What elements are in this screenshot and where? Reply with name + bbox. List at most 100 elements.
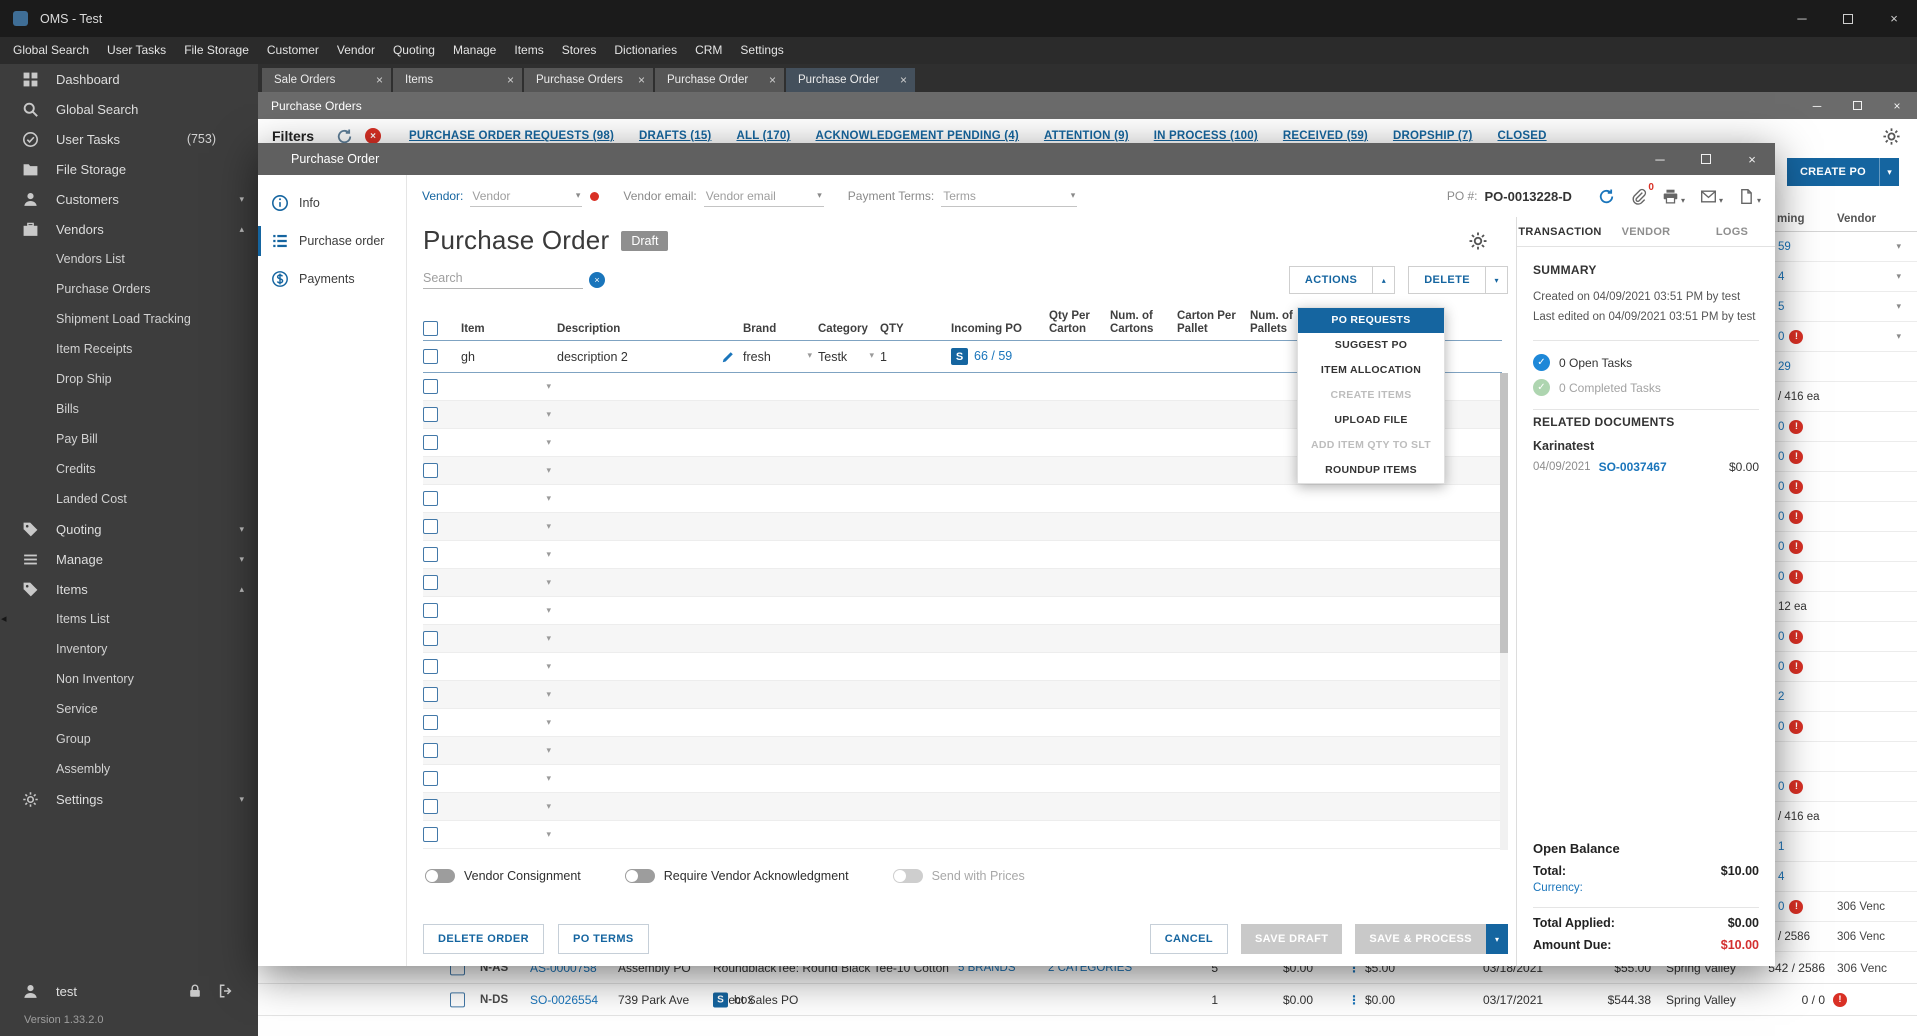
checkbox[interactable] <box>450 992 465 1008</box>
sidebar-item-non-inventory[interactable]: Non Inventory <box>0 664 258 694</box>
window-maximize-button[interactable] <box>1825 0 1871 37</box>
menu-items[interactable]: Items <box>505 37 552 64</box>
create-po-caret-icon[interactable]: ▾ <box>1879 158 1899 186</box>
tab-purchase-order-3[interactable]: Purchase Order × <box>655 68 784 92</box>
item-select-cell[interactable]: ▾ <box>461 437 557 448</box>
row-checkbox[interactable] <box>423 602 438 618</box>
row-checkbox[interactable] <box>423 826 438 842</box>
row-checkbox[interactable] <box>423 742 438 758</box>
logout-icon[interactable] <box>218 983 234 999</box>
row-quantity[interactable]: 0 <box>1778 541 1784 553</box>
delete-button[interactable]: DELETE ▾ <box>1408 266 1508 294</box>
toggle-switch[interactable] <box>892 869 923 883</box>
toggle-vendor-consignment[interactable]: Vendor Consignment <box>425 869 581 883</box>
currency-link[interactable]: Currency: <box>1533 882 1759 894</box>
row-checkbox[interactable] <box>423 546 438 562</box>
chevron-down-icon[interactable]: ▾ <box>546 409 551 420</box>
print-button[interactable]: ▾ <box>1662 188 1685 205</box>
filter-attention-9[interactable]: ATTENTION (9) <box>1044 130 1129 142</box>
sidebar-item-customers[interactable]: Customers ▾ <box>0 184 258 214</box>
sidebar-item-file-storage[interactable]: File Storage <box>0 154 258 184</box>
item-select-cell[interactable]: ▾ <box>461 577 557 588</box>
panel-tab-transaction[interactable]: TRANSACTION <box>1517 217 1603 246</box>
item-select-cell[interactable]: ▾ <box>461 717 557 728</box>
filter-drafts-15[interactable]: DRAFTS (15) <box>639 130 711 142</box>
sidebar-item-inventory[interactable]: Inventory <box>0 634 258 664</box>
row-quantity[interactable]: 4 <box>1778 271 1784 283</box>
po-settings-gear-icon[interactable] <box>1468 231 1488 251</box>
sidebar-item-purchase-orders[interactable]: Purchase Orders <box>0 274 258 304</box>
window-close-button[interactable]: × <box>1871 0 1917 37</box>
refresh-button[interactable] <box>1598 188 1615 205</box>
chevron-down-icon[interactable]: ▾ <box>546 493 551 504</box>
chevron-down-icon[interactable]: ▾ <box>1485 267 1507 293</box>
inner-maximize-button[interactable] <box>1837 92 1877 119</box>
chevron-down-icon[interactable]: ▾ <box>546 829 551 840</box>
chevron-down-icon[interactable]: ▾ <box>1896 301 1901 312</box>
modal-nav-payments[interactable]: Payments <box>258 260 406 298</box>
create-po-button[interactable]: CREATE PO ▾ <box>1786 158 1899 186</box>
row-quantity[interactable]: 0 <box>1778 721 1784 733</box>
filter-dropship-7[interactable]: DROPSHIP (7) <box>1393 130 1473 142</box>
description-cell[interactable]: description 2 <box>557 350 743 364</box>
row-quantity[interactable]: 0 <box>1778 631 1784 643</box>
item-select-cell[interactable]: ▾ <box>461 381 557 392</box>
row-checkbox[interactable] <box>423 714 438 730</box>
cell-link[interactable]: SO-0026554 <box>530 993 598 1007</box>
vendor-select[interactable]: Vendor ▾ <box>470 186 583 207</box>
item-select-cell[interactable]: ▾ <box>461 409 557 420</box>
menu-user-tasks[interactable]: User Tasks <box>98 37 175 64</box>
tab-close-icon[interactable]: × <box>900 73 907 87</box>
menu-option-roundup-items[interactable]: ROUNDUP ITEMS <box>1298 458 1444 483</box>
save-process-button[interactable]: SAVE & PROCESS ▾ <box>1355 924 1508 954</box>
user-row[interactable]: test <box>0 976 258 1006</box>
sidebar-item-credits[interactable]: Credits <box>0 454 258 484</box>
chevron-down-icon[interactable]: ▾ <box>546 577 551 588</box>
tab-items-1[interactable]: Items × <box>393 68 522 92</box>
row-checkbox[interactable] <box>423 798 438 814</box>
row-checkbox[interactable] <box>423 518 438 534</box>
sidebar-item-drop-ship[interactable]: Drop Ship <box>0 364 258 394</box>
toggle-require-vendor-acknowledgment[interactable]: Require Vendor Acknowledgment <box>624 869 849 883</box>
sidebar-item-vendors-list[interactable]: Vendors List <box>0 244 258 274</box>
row-quantity[interactable]: 0 <box>1778 901 1784 913</box>
table-scrollbar[interactable] <box>1500 373 1508 850</box>
row-checkbox[interactable] <box>450 992 465 1008</box>
sidebar-item-item-receipts[interactable]: Item Receipts <box>0 334 258 364</box>
sidebar-item-assembly[interactable]: Assembly <box>0 754 258 784</box>
item-select-cell[interactable]: ▾ <box>461 633 557 644</box>
panel-tab-logs[interactable]: LOGS <box>1689 217 1775 246</box>
item-select-cell[interactable]: ▾ <box>461 521 557 532</box>
row-checkbox[interactable] <box>423 349 438 365</box>
modal-nav-purchase-order[interactable]: Purchase order <box>258 222 406 260</box>
sidebar-item-vendors[interactable]: Vendors ▴ <box>0 214 258 244</box>
row-quantity[interactable]: 0 <box>1778 781 1784 793</box>
cancel-button[interactable]: CANCEL <box>1149 924 1228 954</box>
tab-close-icon[interactable]: × <box>376 73 383 87</box>
row-checkbox[interactable] <box>423 406 438 422</box>
modal-maximize-button[interactable] <box>1683 143 1729 175</box>
modal-close-button[interactable]: × <box>1729 143 1775 175</box>
sidebar-item-shipment-load-tracking[interactable]: Shipment Load Tracking <box>0 304 258 334</box>
sidebar-item-manage[interactable]: Manage ▾ <box>0 544 258 574</box>
tab-close-icon[interactable]: × <box>769 73 776 87</box>
chevron-down-icon[interactable]: ▾ <box>546 465 551 476</box>
row-quantity[interactable]: 0 <box>1778 481 1784 493</box>
export-button[interactable]: ▾ <box>1738 188 1761 205</box>
row-quantity[interactable]: 0 <box>1778 421 1784 433</box>
filter-in-process-100[interactable]: IN PROCESS (100) <box>1154 130 1258 142</box>
completed-tasks-row[interactable]: ✓ 0 Completed Tasks <box>1533 379 1759 397</box>
chevron-down-icon[interactable]: ▾ <box>546 661 551 672</box>
row-checkbox[interactable] <box>423 462 438 478</box>
table-settings-gear-icon[interactable] <box>1882 127 1901 146</box>
sidebar-item-service[interactable]: Service <box>0 694 258 724</box>
menu-file-storage[interactable]: File Storage <box>175 37 258 64</box>
select-all-checkbox[interactable] <box>423 321 438 336</box>
menu-option-upload-file[interactable]: UPLOAD FILE <box>1298 408 1444 433</box>
tab-close-icon[interactable]: × <box>638 73 645 87</box>
payment-terms-select[interactable]: Terms ▾ <box>941 186 1078 207</box>
sidebar-item-pay-bill[interactable]: Pay Bill <box>0 424 258 454</box>
sidebar-item-global-search[interactable]: Global Search <box>0 94 258 124</box>
clear-filters-icon[interactable]: × <box>365 128 382 144</box>
filter-acknowledgement-pending-4[interactable]: ACKNOWLEDGEMENT PENDING (4) <box>815 130 1018 142</box>
